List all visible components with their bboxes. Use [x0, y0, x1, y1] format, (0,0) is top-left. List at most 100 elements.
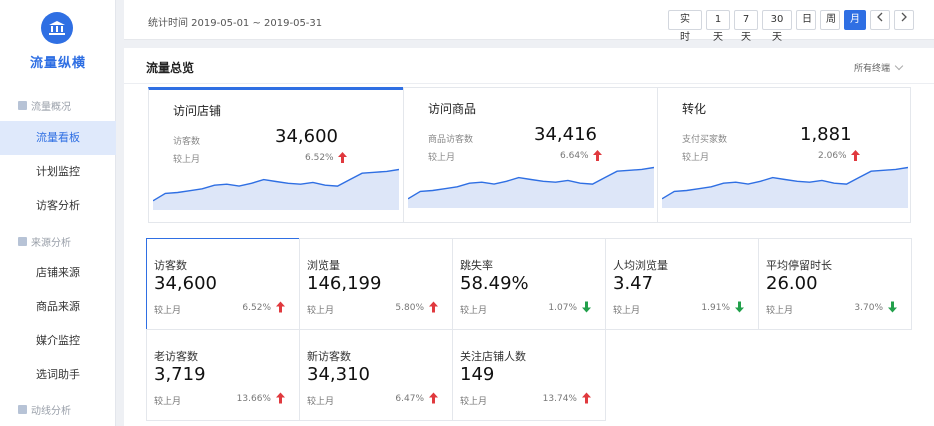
metric-tile[interactable]: 老访客数 3,719 较上月 13.66%: [146, 329, 300, 421]
metric-compare-label: 较上月: [307, 306, 335, 316]
trend-area: [662, 167, 908, 208]
main-panel: 流量总览 所有终端 访问店铺 访客数 34,600 较上月 6.52% 访问商品…: [124, 48, 934, 426]
card-change-value: 6.52%: [305, 152, 334, 163]
arrow-up-icon: [276, 392, 285, 404]
metric-tile[interactable]: 人均浏览量 3.47 较上月 1.91%: [605, 238, 759, 330]
chevron-left-icon: [877, 12, 883, 22]
card-label: 支付买家数: [682, 135, 728, 145]
metric-value: 58.49%: [460, 273, 529, 294]
sidebar-item-visitor-analysis[interactable]: 访客分析: [0, 189, 116, 223]
time-button-realtime[interactable]: 实 时: [668, 10, 702, 43]
prev-period-button[interactable]: [870, 10, 890, 30]
metric-label: 新访客数: [307, 350, 351, 363]
card-label: 商品访客数: [428, 135, 474, 145]
metric-tile[interactable]: 浏览量 146,199 较上月 5.80%: [299, 238, 453, 330]
bank-icon: [49, 21, 65, 35]
card-value: 1,881: [800, 124, 852, 145]
time-range-buttons: 实 时 1天 7天 30天 日 周 月: [668, 10, 914, 43]
metric-compare-label: 较上月: [154, 306, 182, 316]
nav-group-path[interactable]: 动线分析: [18, 402, 71, 417]
metric-value: 3,719: [154, 364, 206, 385]
metric-compare-label: 较上月: [613, 306, 641, 316]
metric-change: 1.91%: [701, 303, 730, 313]
nav-group-source[interactable]: 来源分析: [18, 234, 71, 249]
trend-chart: [153, 168, 399, 210]
group-icon: [18, 405, 27, 414]
card-title: 访问店铺: [173, 104, 222, 118]
date-range: 统计时间 2019-05-01 ~ 2019-05-31: [148, 18, 323, 29]
time-button-30day[interactable]: 30天: [762, 10, 792, 43]
metric-value: 34,600: [154, 273, 217, 294]
terminal-select-value: 所有终端: [853, 64, 890, 74]
sidebar-item-keyword-helper[interactable]: 选词助手: [0, 358, 116, 392]
metric-compare-label: 较上月: [154, 397, 182, 407]
arrow-down-icon: [735, 301, 744, 313]
metric-tile[interactable]: 平均停留时长 26.00 较上月 3.70%: [758, 238, 912, 330]
section-header: 流量总览 所有终端: [124, 48, 934, 84]
logo-text: 流量纵横: [29, 56, 86, 71]
arrow-up-icon: [337, 152, 347, 163]
metric-change: 6.52%: [242, 303, 271, 313]
arrow-down-icon: [888, 301, 897, 313]
metric-change: 1.07%: [548, 303, 577, 313]
chevron-down-icon: [894, 61, 904, 71]
metric-tile[interactable]: 访客数 34,600 较上月 6.52%: [146, 238, 300, 330]
separator: [116, 0, 124, 426]
card-value: 34,416: [534, 124, 597, 145]
card-label: 访客数: [173, 137, 201, 147]
metric-change: 6.47%: [395, 394, 424, 404]
metric-compare-label: 较上月: [766, 306, 794, 316]
metric-tile[interactable]: 关注店铺人数 149 较上月 13.74%: [452, 329, 606, 421]
metric-label: 访客数: [154, 259, 187, 272]
card-title: 访问商品: [428, 102, 477, 116]
metric-change: 3.70%: [854, 303, 883, 313]
trend-area: [408, 167, 654, 208]
card-change: 2.06%: [818, 150, 860, 161]
sidebar-item-plan-monitor[interactable]: 计划监控: [0, 155, 116, 189]
terminal-select[interactable]: 所有终端: [853, 61, 904, 74]
group-icon: [18, 237, 27, 246]
nav-group-label: 动线分析: [31, 406, 71, 417]
time-button-7day[interactable]: 7天: [734, 10, 758, 43]
metric-label: 跳失率: [460, 259, 493, 272]
metric-label: 关注店铺人数: [460, 350, 526, 363]
metric-compare-label: 较上月: [307, 397, 335, 407]
nav-group-overview[interactable]: 流量概况: [18, 98, 71, 113]
metric-tile[interactable]: 跳失率 58.49% 较上月 1.07%: [452, 238, 606, 330]
sidebar-item-shop-source[interactable]: 店铺来源: [0, 256, 116, 290]
time-button-month[interactable]: 月: [844, 10, 866, 30]
nav-group-label: 来源分析: [31, 238, 71, 249]
metric-value: 26.00: [766, 273, 818, 294]
next-period-button[interactable]: [894, 10, 914, 30]
trend-area: [153, 169, 399, 210]
metric-change: 13.66%: [236, 394, 271, 404]
trend-chart: [408, 166, 654, 208]
overview-card-conversion[interactable]: 转化 支付买家数 1,881 较上月 2.06%: [657, 87, 911, 223]
overview-card-product[interactable]: 访问商品 商品访客数 34,416 较上月 6.64%: [403, 87, 658, 223]
arrow-up-icon: [850, 150, 860, 161]
metric-label: 浏览量: [307, 259, 340, 272]
sidebar-item-traffic-board[interactable]: 流量看板: [0, 121, 116, 155]
arrow-up-icon: [429, 392, 438, 404]
overview-card-shop[interactable]: 访问店铺 访客数 34,600 较上月 6.52%: [148, 87, 404, 223]
metric-tile[interactable]: 新访客数 34,310 较上月 6.47%: [299, 329, 453, 421]
card-change: 6.52%: [305, 152, 347, 163]
arrow-up-icon: [592, 150, 602, 161]
sidebar-item-media-monitor[interactable]: 媒介监控: [0, 324, 116, 358]
card-change: 6.64%: [560, 150, 602, 161]
card-change-value: 6.64%: [560, 150, 589, 161]
metric-change: 5.80%: [395, 303, 424, 313]
toolbar: 统计时间 2019-05-01 ~ 2019-05-31 实 时 1天 7天 3…: [124, 0, 934, 43]
metric-compare-label: 较上月: [460, 306, 488, 316]
arrow-down-icon: [582, 301, 591, 313]
metric-compare-label: 较上月: [460, 397, 488, 407]
time-button-1day[interactable]: 1天: [706, 10, 730, 43]
arrow-up-icon: [582, 392, 591, 404]
sidebar-item-product-source[interactable]: 商品来源: [0, 290, 116, 324]
card-change-value: 2.06%: [818, 150, 847, 161]
time-button-day[interactable]: 日: [796, 10, 816, 30]
time-button-week[interactable]: 周: [820, 10, 840, 30]
card-value: 34,600: [275, 126, 338, 147]
sidebar: 流量纵横 流量概况 流量看板 计划监控 访客分析 来源分析 店铺来源 商品来源 …: [0, 0, 116, 426]
section-title: 流量总览: [146, 61, 195, 75]
